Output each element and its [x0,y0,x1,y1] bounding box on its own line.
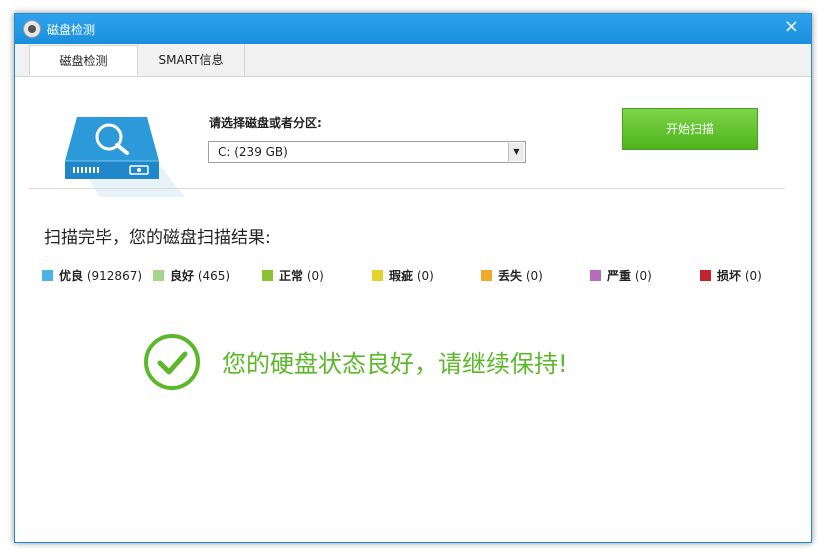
legend-count: (0) [306,269,324,283]
legend-item-damaged: 损坏 (0) [700,267,762,284]
disk-check-window: 磁盘检测 × 磁盘检测 SMART信息 请选择磁盘或者分区: C: (239 G… [14,13,812,543]
legend-count: (912867) [86,269,143,283]
legend-count: (465) [197,269,231,283]
legend-name: 丢失 [498,269,523,283]
legend-name: 良好 [170,269,195,283]
legend-item-lost: 丢失 (0) [481,267,543,284]
legend-item-flawed: 瑕疵 (0) [372,267,434,284]
legend-name: 损坏 [717,269,742,283]
disk-select-label: 请选择磁盘或者分区: [209,116,322,130]
legend-swatch [481,270,492,281]
disk-partition-dropdown[interactable]: C: (239 GB) ▼ [208,141,526,163]
legend-swatch [372,270,383,281]
disk-status-message: 您的硬盘状态良好，请继续保持! [222,350,568,378]
hard-disk-search-icon [65,117,185,197]
window-title: 磁盘检测 [47,23,96,37]
legend-swatch [153,270,164,281]
legend-count: (0) [744,269,762,283]
legend-count: (0) [416,269,434,283]
legend-swatch [590,270,601,281]
tab-disk-check[interactable]: 磁盘检测 [29,45,138,76]
app-icon [23,20,41,38]
legend-item-good: 良好 (465) [153,267,230,284]
legend-name: 正常 [279,269,304,283]
legend-name: 严重 [607,269,632,283]
legend-swatch [700,270,711,281]
disk-select-value: C: (239 GB) [218,145,288,159]
legend-name: 瑕疵 [389,269,414,283]
tab-smart-info[interactable]: SMART信息 [138,45,245,76]
chevron-down-icon[interactable]: ▼ [508,143,524,161]
start-scan-button[interactable]: 开始扫描 [622,108,758,150]
title-bar: 磁盘检测 × [15,14,811,44]
scan-result-title: 扫描完毕，您的磁盘扫描结果: [44,228,271,248]
legend-swatch [262,270,273,281]
legend-count: (0) [525,269,543,283]
close-button[interactable]: × [784,17,799,37]
legend-count: (0) [634,269,652,283]
tab-bar: 磁盘检测 SMART信息 [15,44,811,77]
check-circle-icon [144,334,200,390]
legend-name: 优良 [59,269,84,283]
legend-swatch [42,270,53,281]
divider [29,188,785,189]
legend-item-severe: 严重 (0) [590,267,652,284]
legend-item-excellent: 优良 (912867) [42,267,142,284]
legend-item-normal: 正常 (0) [262,267,324,284]
